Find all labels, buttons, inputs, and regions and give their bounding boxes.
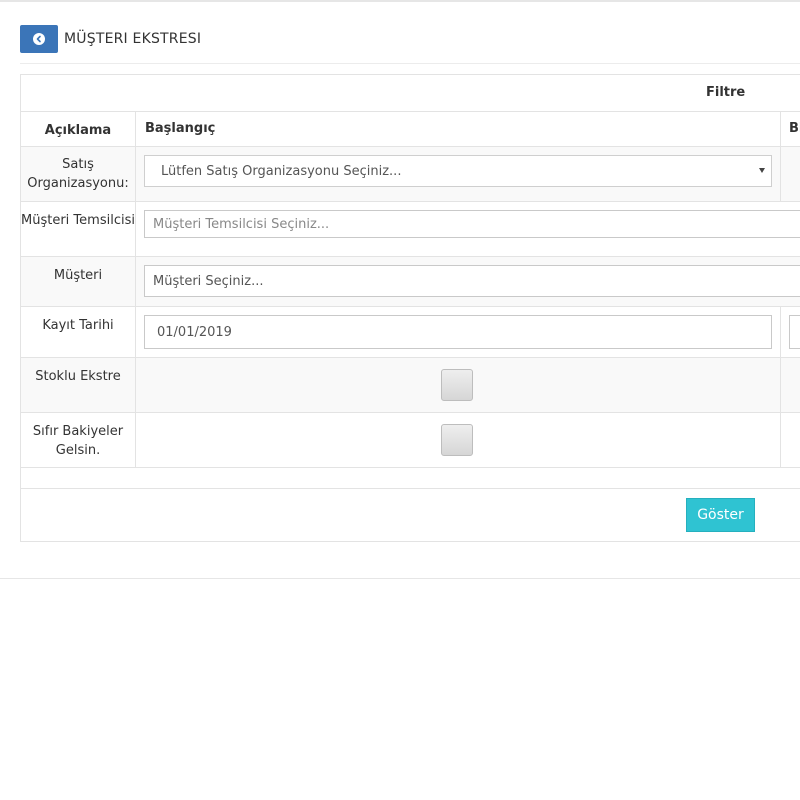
stock-statement-row: Stoklu Ekstre xyxy=(21,358,800,413)
filter-panel: Filtre Açıklama Başlangıç Bi Satış Organ… xyxy=(20,74,800,542)
sales-org-selected-value: Lütfen Satış Organizasyonu Seçiniz... xyxy=(161,163,402,179)
record-date-end-input[interactable] xyxy=(789,315,800,349)
record-date-label: Kayıt Tarihi xyxy=(21,307,136,357)
sales-org-label: Satış Organizasyonu: xyxy=(21,147,136,201)
zero-balances-label: Sıfır Bakiyeler Gelsin. xyxy=(21,413,136,467)
customer-label: Müşteri xyxy=(21,257,136,306)
back-button[interactable] xyxy=(20,25,58,53)
column-header-row: Açıklama Başlangıç Bi xyxy=(21,111,800,147)
column-header-end: Bi xyxy=(789,121,800,136)
spacer-row xyxy=(21,468,800,489)
customer-rep-placeholder: Müşteri Temsilcisi Seçiniz... xyxy=(153,216,330,232)
record-date-row: Kayıt Tarihi 01/01/2019 xyxy=(21,307,800,358)
zero-balances-cell xyxy=(136,413,781,467)
caret-down-icon xyxy=(759,168,765,173)
chevron-left-circle-icon xyxy=(33,33,45,45)
stock-statement-cell xyxy=(136,358,781,412)
record-date-start-cell: 01/01/2019 xyxy=(136,307,781,357)
bottom-divider xyxy=(0,578,800,579)
customer-rep-input[interactable]: Müşteri Temsilcisi Seçiniz... xyxy=(144,210,800,238)
header-divider xyxy=(20,63,800,64)
customer-rep-row: Müşteri Temsilcisi Müşteri Temsilcisi Se… xyxy=(21,202,800,257)
zero-balances-checkbox[interactable] xyxy=(441,424,473,456)
record-date-start-value: 01/01/2019 xyxy=(157,324,232,340)
top-divider xyxy=(0,0,800,2)
stock-statement-label: Stoklu Ekstre xyxy=(21,358,136,412)
stock-statement-checkbox[interactable] xyxy=(441,369,473,401)
sales-org-select[interactable]: Lütfen Satış Organizasyonu Seçiniz... xyxy=(144,155,772,187)
page-header: MÜŞTERI EKSTRESI xyxy=(20,25,201,53)
column-header-start: Başlangıç xyxy=(145,121,216,136)
zero-balances-row: Sıfır Bakiyeler Gelsin. xyxy=(21,413,800,468)
filter-header: Filtre xyxy=(21,75,800,112)
column-header-start-cell: Başlangıç xyxy=(136,111,781,146)
filter-title: Filtre xyxy=(706,85,746,100)
sales-org-cell: Lütfen Satış Organizasyonu Seçiniz... xyxy=(136,147,781,201)
customer-input[interactable]: Müşteri Seçiniz... xyxy=(144,265,800,297)
customer-placeholder: Müşteri Seçiniz... xyxy=(153,273,264,289)
sales-org-row: Satış Organizasyonu: Lütfen Satış Organi… xyxy=(21,147,800,202)
column-header-description: Açıklama xyxy=(21,111,136,146)
page-title: MÜŞTERI EKSTRESI xyxy=(64,31,202,47)
customer-rep-label: Müşteri Temsilcisi xyxy=(21,202,136,256)
show-button[interactable]: Göster xyxy=(686,498,755,532)
customer-row: Müşteri Müşteri Seçiniz... xyxy=(21,257,800,307)
record-date-start-input[interactable]: 01/01/2019 xyxy=(144,315,772,349)
